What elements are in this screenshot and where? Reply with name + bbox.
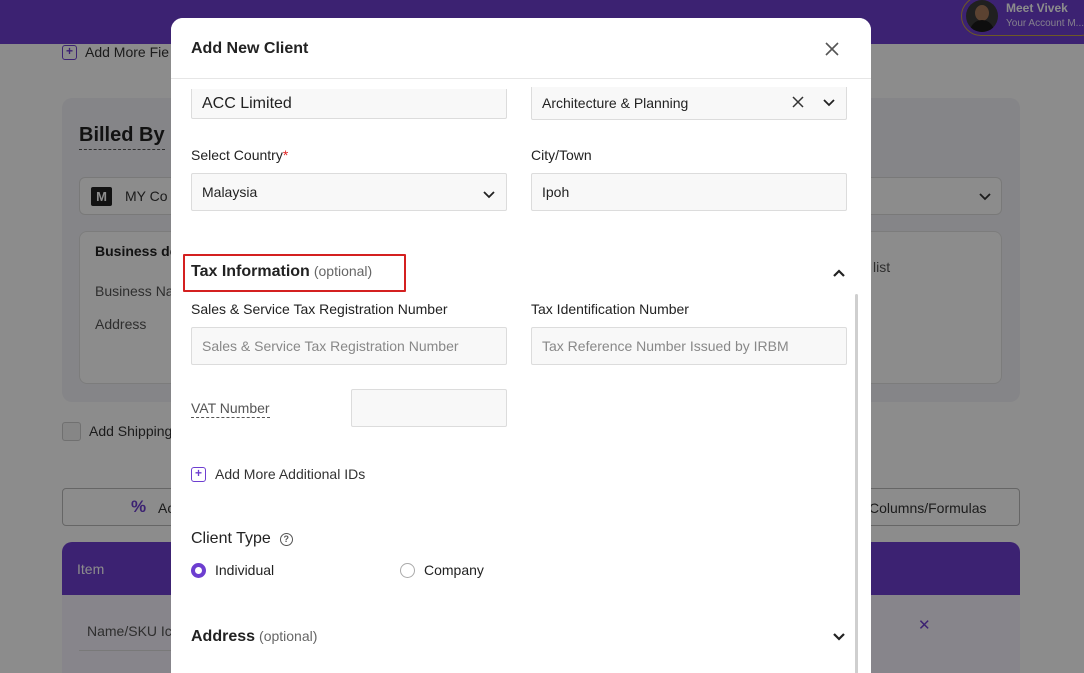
address-section-toggle[interactable]: Address (optional) (191, 628, 317, 646)
radio-selected-icon[interactable] (191, 562, 206, 578)
tin-placeholder: Tax Reference Number Issued by IRBM (542, 338, 789, 354)
vat-label[interactable]: VAT Number (191, 400, 270, 418)
close-button[interactable] (819, 36, 845, 62)
city-input[interactable]: Ipoh (531, 173, 847, 211)
chevron-down-icon[interactable] (822, 96, 836, 115)
sst-input[interactable]: Sales & Service Tax Registration Number (191, 327, 507, 365)
add-more-ids-label: Add More Additional IDs (215, 466, 366, 482)
plus-icon: + (191, 466, 206, 482)
close-icon (825, 42, 839, 56)
country-select[interactable]: Malaysia (191, 173, 507, 211)
address-section-title: Address (191, 628, 256, 645)
add-client-modal: Add New Client ACC Limited Architecture … (171, 18, 871, 673)
company-name-input[interactable]: ACC Limited (191, 89, 507, 119)
clear-icon[interactable] (791, 95, 805, 114)
chevron-down-icon[interactable] (831, 629, 847, 650)
city-label: City/Town (531, 147, 592, 163)
optional-tag: (optional) (259, 628, 318, 644)
tax-section-title: Tax Information (191, 263, 310, 280)
sst-label: Sales & Service Tax Registration Number (191, 301, 448, 317)
tin-input[interactable]: Tax Reference Number Issued by IRBM (531, 327, 847, 365)
modal-scrollbar[interactable] (855, 294, 858, 673)
modal-title: Add New Client (191, 40, 309, 57)
add-more-ids-button[interactable]: + Add More Additional IDs (191, 466, 365, 482)
client-type-label: Client Type ? (191, 530, 293, 548)
country-value: Malaysia (202, 184, 258, 200)
industry-value: Architecture & Planning (542, 95, 689, 111)
sst-placeholder: Sales & Service Tax Registration Number (202, 338, 459, 354)
help-icon[interactable]: ? (279, 532, 293, 546)
country-label: Select Country* (191, 147, 288, 163)
optional-tag: (optional) (313, 263, 373, 279)
client-type-individual[interactable]: Individual (191, 562, 274, 578)
modal-header: Add New Client (171, 18, 871, 79)
client-type-text: Client Type (191, 530, 271, 547)
chevron-up-icon[interactable] (831, 265, 847, 286)
client-type-company[interactable]: Company (400, 562, 484, 578)
tin-label: Tax Identification Number (531, 301, 689, 317)
company-label: Company (424, 562, 484, 578)
radio-unselected-icon[interactable] (400, 562, 415, 578)
required-marker: * (282, 147, 289, 163)
vat-input[interactable] (351, 389, 507, 427)
tax-section-toggle[interactable]: Tax Information (optional) (191, 263, 372, 281)
country-label-text: Select Country (191, 147, 283, 163)
chevron-down-icon[interactable] (482, 188, 496, 207)
individual-label: Individual (215, 562, 275, 578)
